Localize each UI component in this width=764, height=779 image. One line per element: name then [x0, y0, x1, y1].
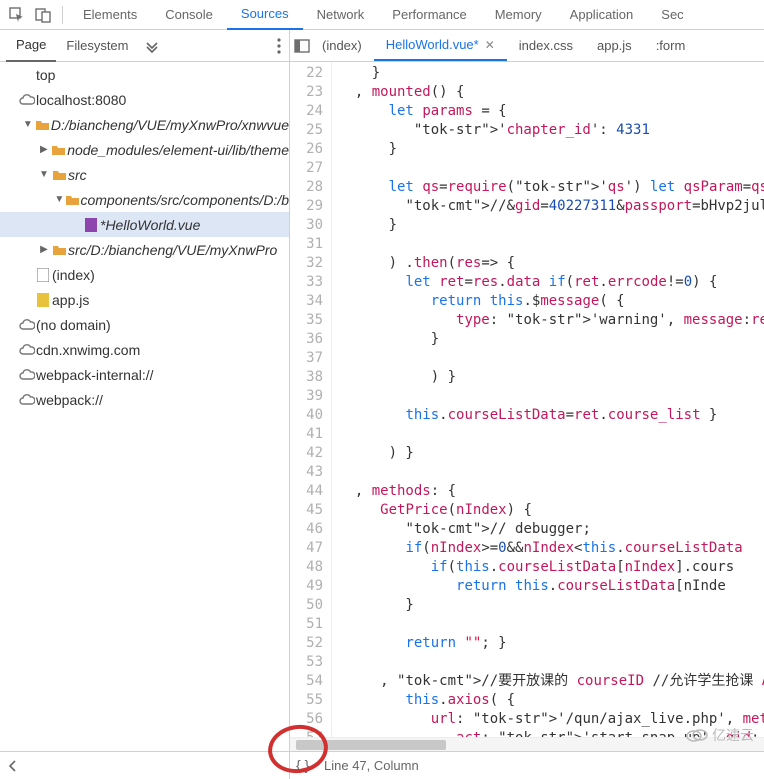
editor-tabbar: (index) HelloWorld.vue* ✕ index.css app.…: [290, 30, 764, 61]
folder-open-icon: [34, 119, 51, 131]
tree-row[interactable]: cdn.xnwimg.com: [0, 337, 289, 362]
devtools-toolbar: Elements Console Sources Network Perform…: [0, 0, 764, 30]
sources-main: toplocalhost:8080▼D:/biancheng/VUE/myXnw…: [0, 62, 764, 751]
tree-label: app.js: [52, 292, 89, 308]
tree-row[interactable]: ▶ node_modules/element-ui/lib/theme: [0, 137, 289, 162]
tab-network[interactable]: Network: [303, 0, 379, 30]
tree-label: src: [68, 167, 87, 183]
watermark-text: 亿速云: [712, 725, 754, 745]
cloud-icon: [18, 94, 36, 106]
status-bar: { } Line 47, Column: [0, 751, 764, 779]
tree-label: (index): [52, 267, 95, 283]
tab-performance[interactable]: Performance: [378, 0, 480, 30]
tree-label: cdn.xnwimg.com: [36, 342, 140, 358]
file-gray-icon: [34, 268, 52, 282]
file-tab-appjs[interactable]: app.js: [585, 30, 644, 61]
subtab-page[interactable]: Page: [6, 30, 56, 62]
file-tab-label: app.js: [597, 38, 632, 53]
tree-row[interactable]: localhost:8080: [0, 87, 289, 112]
tab-elements[interactable]: Elements: [69, 0, 151, 30]
separator: [62, 6, 63, 24]
sidebar-collapse-icon[interactable]: [6, 759, 20, 773]
file-tab-index[interactable]: (index): [310, 30, 374, 61]
tree-label: top: [36, 67, 55, 83]
folder-open-icon: [50, 169, 68, 181]
tree-label: webpack://: [36, 392, 103, 408]
file-navigator[interactable]: toplocalhost:8080▼D:/biancheng/VUE/myXnw…: [0, 62, 290, 751]
cloud-icon: [18, 394, 36, 406]
tree-label: node_modules/element-ui/lib/theme: [67, 142, 289, 158]
more-subtabs-icon[interactable]: [145, 39, 159, 53]
folder-icon: [50, 244, 68, 256]
line-gutter: 22 23 24 25 26 27 28 29 30 31 32 33 34 3…: [290, 62, 332, 751]
tree-label: src/D:/biancheng/VUE/myXnwPro: [68, 242, 277, 258]
cursor-position: Line 47, Column: [324, 758, 419, 773]
tab-memory[interactable]: Memory: [481, 0, 556, 30]
tree-row[interactable]: ▶ src/D:/biancheng/VUE/myXnwPro: [0, 237, 289, 262]
tree-row[interactable]: ▼ src: [0, 162, 289, 187]
file-tab-label: HelloWorld.vue*: [386, 37, 479, 52]
code-editor[interactable]: 22 23 24 25 26 27 28 29 30 31 32 33 34 3…: [290, 62, 764, 751]
tree-row[interactable]: (index): [0, 262, 289, 287]
file-tab-label: index.css: [519, 38, 573, 53]
file-tab-form[interactable]: :form: [644, 30, 698, 61]
code-area[interactable]: } , mounted() { let params = { "tok-str"…: [332, 62, 764, 751]
tab-sources[interactable]: Sources: [227, 0, 303, 30]
inspect-icon[interactable]: [4, 2, 30, 28]
tree-label: D:/biancheng/VUE/myXnwPro/xnwvue: [51, 117, 289, 133]
pretty-print-icon[interactable]: { }: [296, 758, 314, 774]
tree-arrow-icon[interactable]: ▼: [54, 194, 65, 205]
tree-row[interactable]: top: [0, 62, 289, 87]
subtab-filesystem[interactable]: Filesystem: [56, 30, 138, 62]
navigator-header: Page Filesystem: [0, 30, 290, 61]
file-purple-icon: [82, 218, 100, 232]
tree-row[interactable]: ▼ D:/biancheng/VUE/myXnwPro/xnwvue: [0, 112, 289, 137]
file-tab-label: :form: [656, 38, 686, 53]
scrollbar-thumb[interactable]: [296, 740, 446, 750]
tree-label: localhost:8080: [36, 92, 126, 108]
tree-label: components/src/components/D:/b: [80, 192, 289, 208]
folder-icon: [50, 144, 68, 156]
cloud-icon: [18, 344, 36, 356]
tree-arrow-icon[interactable]: ▶: [38, 244, 50, 255]
device-toggle-icon[interactable]: [30, 2, 56, 28]
tree-label: (no domain): [36, 317, 111, 333]
tree-arrow-icon[interactable]: ▶: [38, 144, 50, 155]
toggle-navigator-icon[interactable]: [294, 38, 310, 54]
navigator-menu-icon[interactable]: [277, 38, 281, 54]
sources-subbar: Page Filesystem (index) HelloWorld.vue* …: [0, 30, 764, 62]
tree-label: *HelloWorld.vue: [100, 217, 200, 233]
file-tab-indexcss[interactable]: index.css: [507, 30, 585, 61]
file-yellow-icon: [34, 293, 52, 307]
file-tab-helloworld[interactable]: HelloWorld.vue* ✕: [374, 30, 507, 61]
close-icon[interactable]: ✕: [485, 38, 495, 52]
tree-arrow-icon[interactable]: ▼: [38, 169, 50, 180]
tab-application[interactable]: Application: [556, 0, 648, 30]
cloud-icon: [18, 369, 36, 381]
tree-row[interactable]: ▼ components/src/components/D:/b: [0, 187, 289, 212]
tree-row[interactable]: webpack://: [0, 387, 289, 412]
panel-tabs: Elements Console Sources Network Perform…: [69, 0, 698, 30]
tab-security[interactable]: Sec: [647, 0, 697, 30]
svg-text:{ }: { }: [296, 758, 310, 773]
tree-row[interactable]: app.js: [0, 287, 289, 312]
tab-console[interactable]: Console: [151, 0, 227, 30]
tree-label: webpack-internal://: [36, 367, 154, 383]
tree-arrow-icon[interactable]: ▼: [22, 119, 34, 130]
cloud-icon: [18, 319, 36, 331]
watermark: 亿速云: [686, 725, 754, 745]
tree-row[interactable]: (no domain): [0, 312, 289, 337]
folder-open-icon: [65, 194, 81, 206]
tree-row[interactable]: *HelloWorld.vue: [0, 212, 289, 237]
tree-row[interactable]: webpack-internal://: [0, 362, 289, 387]
file-tab-label: (index): [322, 38, 362, 53]
